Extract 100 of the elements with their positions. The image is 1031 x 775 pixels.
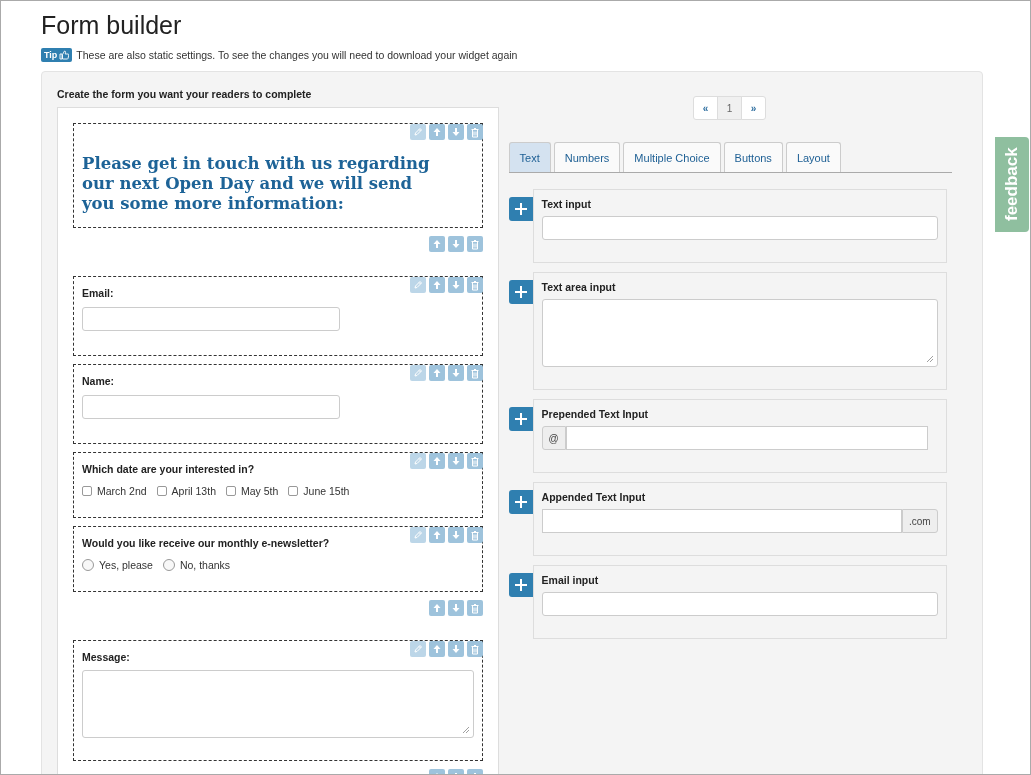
- tip-label: Tip: [44, 50, 58, 60]
- thumbs-up-icon: [59, 50, 70, 60]
- input-field[interactable]: [82, 395, 340, 419]
- arrow-up-icon: [431, 456, 442, 466]
- trash-icon: [469, 279, 480, 291]
- input-field[interactable]: [82, 307, 340, 331]
- move-down-button[interactable]: [447, 365, 464, 381]
- form-block[interactable]: Would you like receive our monthly e-newsletter? Yes, please No, thanks: [73, 526, 483, 592]
- pencil-icon: [412, 368, 423, 378]
- delete-button[interactable]: [466, 527, 483, 543]
- trash-icon: [469, 529, 480, 541]
- delete-button[interactable]: [466, 600, 483, 616]
- arrow-down-icon: [450, 644, 461, 654]
- move-down-button[interactable]: [447, 600, 464, 616]
- arrow-down-icon: [450, 239, 461, 249]
- move-up-button[interactable]: [428, 453, 445, 469]
- trash-icon: [469, 367, 480, 379]
- delete-button[interactable]: [466, 277, 483, 293]
- form-heading: Please get in touch with us regarding our next Open Day and we will send you some more information:: [82, 154, 431, 214]
- form-block[interactable]: Which date are your interested in? March 2nd April 13th May 5th June 15th: [73, 452, 483, 518]
- move-down-button[interactable]: [447, 277, 464, 293]
- delete-button[interactable]: [466, 365, 483, 381]
- checkbox[interactable]: [82, 486, 92, 496]
- radio-button[interactable]: [82, 559, 94, 571]
- tab[interactable]: Buttons: [723, 142, 783, 172]
- resize-grip-icon: [925, 355, 934, 363]
- tab[interactable]: Text: [508, 142, 551, 172]
- plus-icon: [513, 495, 528, 509]
- field-label: Email:: [82, 287, 115, 299]
- widget-label: Prepended Text Input: [541, 408, 650, 420]
- edit-button[interactable]: [409, 124, 426, 140]
- arrow-up-icon: [431, 127, 442, 137]
- tab[interactable]: Numbers: [553, 142, 621, 172]
- edit-button[interactable]: [409, 365, 426, 381]
- move-down-button[interactable]: [447, 453, 464, 469]
- arrow-down-icon: [450, 127, 461, 137]
- page-button[interactable]: 1: [717, 96, 743, 120]
- form-block[interactable]: Email:: [73, 276, 483, 356]
- next-page-button[interactable]: »: [741, 96, 767, 120]
- add-button[interactable]: [508, 573, 533, 597]
- widget-label: Email input: [541, 574, 600, 586]
- add-button[interactable]: [508, 197, 533, 221]
- option-label: June 15th: [303, 485, 350, 497]
- form-block[interactable]: Please get in touch with us regarding our next Open Day and we will send you some more information:: [73, 123, 483, 228]
- input-field[interactable]: [541, 592, 938, 616]
- arrow-down-icon: [450, 456, 461, 466]
- arrow-up-icon: [431, 603, 442, 613]
- move-down-button[interactable]: [447, 236, 464, 252]
- pencil-icon: [412, 644, 423, 654]
- trash-icon: [469, 455, 480, 467]
- move-up-button[interactable]: [428, 600, 445, 616]
- input-field[interactable]: [565, 426, 928, 450]
- text-area[interactable]: [541, 299, 938, 367]
- pencil-icon: [412, 530, 423, 540]
- pencil-icon: [412, 127, 423, 137]
- previous-page-button[interactable]: «: [693, 96, 719, 120]
- trash-icon: [469, 126, 480, 138]
- add-button[interactable]: [508, 407, 533, 431]
- move-down-button[interactable]: [447, 124, 464, 140]
- tab[interactable]: Multiple Choice: [623, 142, 721, 172]
- add-button[interactable]: [508, 490, 533, 514]
- trash-icon: [469, 643, 480, 655]
- input-field[interactable]: [541, 509, 902, 533]
- move-up-button[interactable]: [428, 641, 445, 657]
- delete-button[interactable]: [466, 453, 483, 469]
- edit-button[interactable]: [409, 641, 426, 657]
- move-up-button[interactable]: [428, 365, 445, 381]
- edit-button[interactable]: [409, 277, 426, 293]
- tab[interactable]: Layout: [785, 142, 841, 172]
- move-up-button[interactable]: [428, 124, 445, 140]
- add-button[interactable]: [508, 280, 533, 304]
- trash-icon: [469, 238, 480, 250]
- delete-button[interactable]: [466, 641, 483, 657]
- arrow-up-icon: [431, 368, 442, 378]
- move-up-button[interactable]: [428, 236, 445, 252]
- move-down-button[interactable]: [447, 527, 464, 543]
- move-up-button[interactable]: [428, 527, 445, 543]
- edit-button[interactable]: [409, 527, 426, 543]
- input-addon: @: [541, 426, 566, 450]
- plus-icon: [513, 202, 528, 216]
- radio-button[interactable]: [162, 559, 175, 571]
- form-block[interactable]: Message:: [73, 640, 483, 761]
- option-label: April 13th: [171, 485, 216, 497]
- checkbox[interactable]: [225, 486, 236, 496]
- arrow-down-icon: [450, 603, 461, 613]
- form-block[interactable]: Name:: [73, 364, 483, 444]
- pencil-icon: [412, 280, 423, 290]
- text-area[interactable]: [82, 670, 474, 738]
- arrow-up-icon: [431, 239, 442, 249]
- plus-icon: [513, 412, 528, 426]
- checkbox[interactable]: [288, 486, 299, 496]
- move-up-button[interactable]: [428, 277, 445, 293]
- delete-button[interactable]: [466, 124, 483, 140]
- page-title: Form builder: [41, 10, 183, 40]
- input-field[interactable]: [541, 216, 938, 240]
- option-label: March 2nd: [97, 485, 147, 497]
- move-down-button[interactable]: [447, 641, 464, 657]
- checkbox[interactable]: [156, 486, 167, 496]
- edit-button[interactable]: [409, 453, 426, 469]
- delete-button[interactable]: [466, 236, 483, 252]
